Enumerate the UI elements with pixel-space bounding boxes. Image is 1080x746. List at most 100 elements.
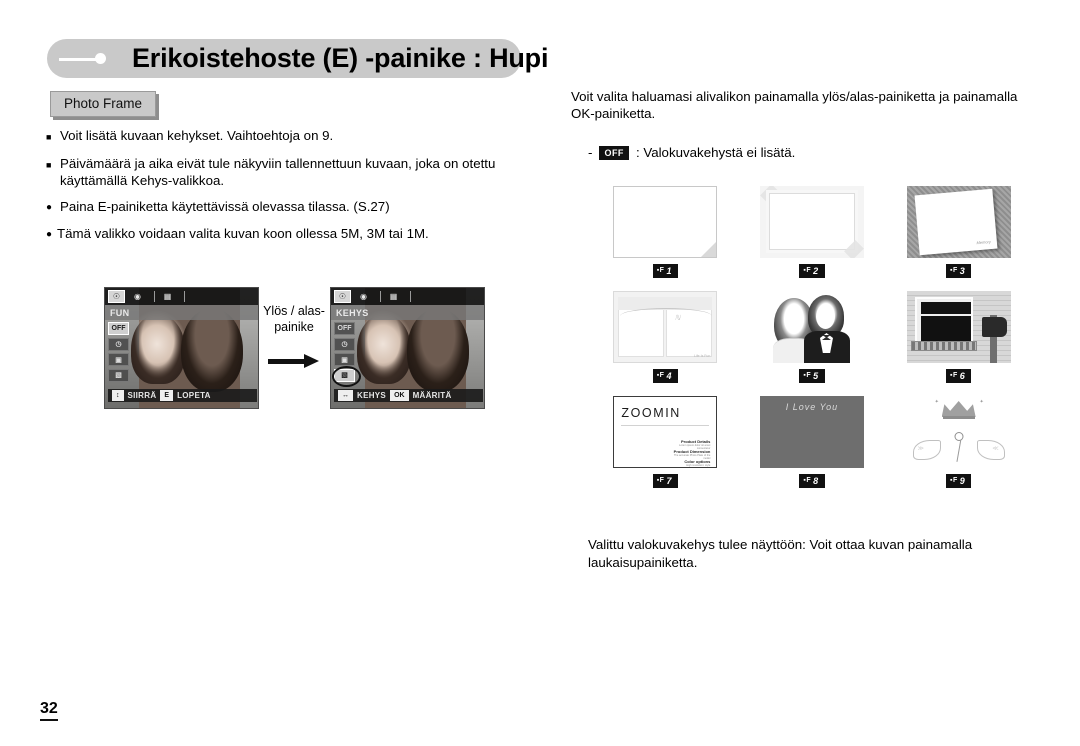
list-item: Voit lisätä kuvaan kehykset. Vaihtoehtoj… xyxy=(46,128,524,146)
lcd-side-menu: OFF ◷ ▣ ▧ xyxy=(108,322,129,384)
ok-key-icon: OK xyxy=(390,390,409,401)
palette-icon[interactable]: ◉ xyxy=(129,290,146,303)
lcd-key-label: KEHYS xyxy=(357,391,387,400)
frame-thumbnail-6[interactable]: ▪F 6 xyxy=(885,291,1032,396)
open-notebook-frame-icon: ℕ Life Is Fun xyxy=(613,291,718,363)
divider xyxy=(154,291,155,302)
lcd-bottom-key-bar: ↕ SIIRRÄ E LOPETA xyxy=(108,389,257,402)
list-item: Tämä valikko voidaan valita kuvan koon o… xyxy=(46,226,524,243)
lcd-tab-bar: ☉ ◉ ▦ xyxy=(105,288,258,305)
circle-bullet-icon xyxy=(46,227,57,243)
frame-mark-icon: ▪F xyxy=(803,477,812,484)
taped-white-frame-icon xyxy=(759,186,864,258)
photo-frame-tab[interactable]: Photo Frame xyxy=(50,91,157,117)
list-item: Paina E-painiketta käytettävissä olevass… xyxy=(46,199,524,216)
camera-lcd-screen-after: ☉ ◉ ▦ KEHYS OFF ◷ ▣ ▧ ↔ KEHYS OK MÄÄRITÄ xyxy=(330,287,485,409)
selected-frame-note: Valittu valokuvakehys tulee näyttöön: Vo… xyxy=(588,537,973,570)
frame-thumbnail-5[interactable]: ▪F 5 xyxy=(739,291,886,396)
status-badge: ▪F 7 xyxy=(652,474,678,488)
page-header-bar: Erikoistehoste (E) -painike : Hupi xyxy=(47,39,548,78)
frame-mark-icon: ▪F xyxy=(656,477,665,484)
palette-icon[interactable]: ◉ xyxy=(355,290,372,303)
page-title: Erikoistehoste (E) -painike : Hupi xyxy=(132,43,549,73)
lcd-menu-title: FUN xyxy=(105,305,258,320)
divider xyxy=(410,291,411,302)
divider xyxy=(184,291,185,302)
lcd-side-item-off[interactable]: OFF xyxy=(108,322,129,335)
lcd-side-item-off[interactable]: OFF xyxy=(334,322,355,335)
angel-crown-wings-frame-icon: ✦ ✦ ≫ ≪ xyxy=(906,396,1011,468)
couple-silhouette-frame-icon xyxy=(759,291,864,363)
film-icon[interactable]: ▦ xyxy=(159,290,176,303)
frame-thumbnail-1[interactable]: ▪F 1 xyxy=(592,186,739,291)
timer-icon[interactable]: ◷ xyxy=(334,337,355,351)
up-down-icon: ↕ xyxy=(112,390,124,401)
status-badge: ▪F 2 xyxy=(799,264,825,278)
timer-icon[interactable]: ◷ xyxy=(108,337,129,351)
frame-mark-icon: ▪F xyxy=(950,372,958,379)
tilted-polaroid-frame-icon: Memory xyxy=(906,186,1011,258)
frame-mark-icon: ▪F xyxy=(950,477,958,484)
plain-card-frame-icon xyxy=(613,186,718,258)
left-right-icon: ↔ xyxy=(338,390,353,401)
lcd-key-label: MÄÄRITÄ xyxy=(412,391,452,400)
frame-badge-number: 8 xyxy=(813,476,819,486)
frame-icon[interactable]: ▣ xyxy=(334,353,355,366)
frame-thumbnail-7[interactable]: ZOOMIN Product Details Lorem ipsum dolor… xyxy=(592,396,739,501)
frame-mark-icon: ▪F xyxy=(656,372,665,379)
frame-thumbnail-2[interactable]: ▪F 2 xyxy=(739,186,886,291)
list-item-text: Paina E-painiketta käytettävissä olevass… xyxy=(60,199,390,214)
frame-mark-icon: ▪F xyxy=(950,267,958,274)
divider xyxy=(380,291,381,302)
list-item-text: Päivämäärä ja aika eivät tule näkyviin t… xyxy=(60,156,496,188)
e-key-icon: E xyxy=(160,390,174,401)
frame-badge-number: 9 xyxy=(959,476,966,486)
up-down-button-caption: Ylös / alas-painike xyxy=(263,304,325,334)
square-bullet-icon xyxy=(46,129,60,146)
page-number: 32 xyxy=(40,700,58,721)
window-house-frame-icon xyxy=(906,291,1011,363)
lcd-key-label: SIIRRÄ xyxy=(127,391,157,400)
right-arrow-icon xyxy=(268,354,320,368)
status-badge: ▪F 1 xyxy=(652,264,678,278)
frame-badge-number: 7 xyxy=(666,476,672,486)
frame-badge-number: 1 xyxy=(666,266,672,276)
frame-mark-icon: ▪F xyxy=(656,267,665,274)
lcd-menu-title: KEHYS xyxy=(331,305,484,320)
status-badge: ▪F 5 xyxy=(799,369,825,383)
status-badge: ▪F 9 xyxy=(946,474,972,488)
list-item-text: Voit lisätä kuvaan kehykset. Vaihtoehtoj… xyxy=(60,128,334,143)
list-item-text: Tämä valikko voidaan valita kuvan koon o… xyxy=(57,226,429,241)
frame-thumbnail-9[interactable]: ✦ ✦ ≫ ≪ ▪F 9 xyxy=(885,396,1032,501)
frame-badge-number: 6 xyxy=(959,371,966,381)
selection-highlight-ring xyxy=(332,365,361,387)
off-badge: OFF xyxy=(599,145,629,160)
lcd-side-menu: OFF ◷ ▣ ▧ xyxy=(332,322,361,387)
fun-icon[interactable]: ▧ xyxy=(108,368,129,382)
heart-love-frame-icon: I Love You xyxy=(759,396,864,468)
frame-mark-icon: ▪F xyxy=(803,372,812,379)
status-badge: ▪F 8 xyxy=(799,474,825,488)
photo-frame-thumbnail-grid: ▪F 1 ▪F 2 Memory ▪F 3 ℕ Life Is Fun ▪F 4… xyxy=(592,186,1032,501)
frame-thumbnail-4[interactable]: ℕ Life Is Fun ▪F 4 xyxy=(592,291,739,396)
film-icon[interactable]: ▦ xyxy=(385,290,402,303)
camera-icon[interactable]: ☉ xyxy=(108,290,125,303)
list-item: Päivämäärä ja aika eivät tule näkyviin t… xyxy=(46,156,524,189)
header-line-dot-icon xyxy=(59,53,109,64)
zoomin-caption: ZOOMIN xyxy=(621,406,681,420)
status-badge: ▪F 3 xyxy=(946,264,972,278)
frame-badge-number: 3 xyxy=(959,266,966,276)
camera-icon[interactable]: ☉ xyxy=(334,290,351,303)
frame-thumbnail-8[interactable]: I Love You ▪F 8 xyxy=(739,396,886,501)
frame-icon[interactable]: ▣ xyxy=(108,353,129,366)
submenu-instruction-text: Voit valita haluamasi alivalikon painama… xyxy=(571,89,1018,121)
lcd-key-label: LOPETA xyxy=(177,391,211,400)
feature-bullet-list: Voit lisätä kuvaan kehykset. Vaihtoehtoj… xyxy=(46,128,524,253)
frame-thumbnail-3[interactable]: Memory ▪F 3 xyxy=(885,186,1032,291)
frame-mark-icon: ▪F xyxy=(803,267,812,274)
camera-lcd-screen-before: ☉ ◉ ▦ FUN OFF ◷ ▣ ▧ ↕ SIIRRÄ E LOPETA xyxy=(104,287,259,409)
lcd-tab-bar: ☉ ◉ ▦ xyxy=(331,288,484,305)
zoomin-line-sub: High resolution: style 5:3:2:30:1800 cm … xyxy=(686,464,711,467)
status-badge: ▪F 6 xyxy=(946,369,972,383)
frame-badge-number: 5 xyxy=(813,371,819,381)
